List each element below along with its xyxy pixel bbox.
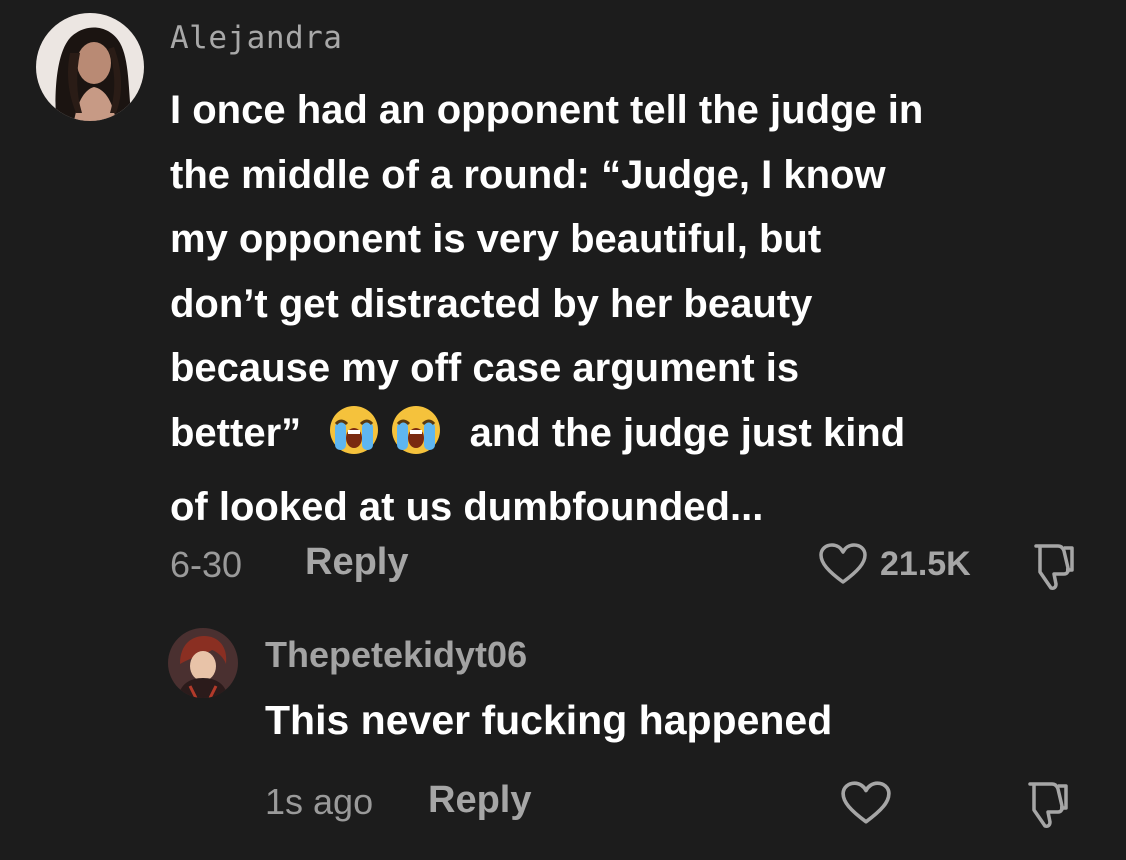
comment-line: of looked at us dumbfounded... [170,485,764,529]
like-count: 21.5K [880,545,971,583]
comment-text: I once had an opponent tell the judge in… [170,78,1100,540]
comment-line: better” and the judge just kind [170,401,1100,476]
comment-line-segment: better” [170,410,302,455]
comment-date: 6-30 [170,544,243,585]
heart-icon[interactable] [818,542,868,591]
thumbs-down-icon[interactable] [1022,778,1074,835]
reply-time: 1s ago [265,781,374,822]
comment-line: I once had an opponent tell the judge in [170,88,924,132]
thumbs-down-icon[interactable] [1028,540,1080,597]
loudly-crying-face-icon [325,404,383,476]
comment-line: because my off case argument is [170,346,800,390]
heart-icon[interactable] [840,780,892,831]
comment-line: my opponent is very beautiful, but [170,217,822,261]
comment-line-segment: and the judge just kind [469,410,906,455]
avatar-thepetekidyt06[interactable] [168,628,238,698]
comment-line: don’t get distracted by her beauty [170,281,813,326]
reply-button[interactable]: Reply [428,779,531,822]
comment-line: the middle of a round: “Judge, I know [170,152,886,197]
reply-text: This never fucking happened [265,697,833,743]
loudly-crying-face-icon [387,404,445,476]
avatar-alejandra[interactable] [36,13,144,121]
comment-username[interactable]: Alejandra [170,20,342,56]
reply-button[interactable]: Reply [305,541,408,584]
reply-username[interactable]: Thepetekidyt06 [265,634,527,676]
